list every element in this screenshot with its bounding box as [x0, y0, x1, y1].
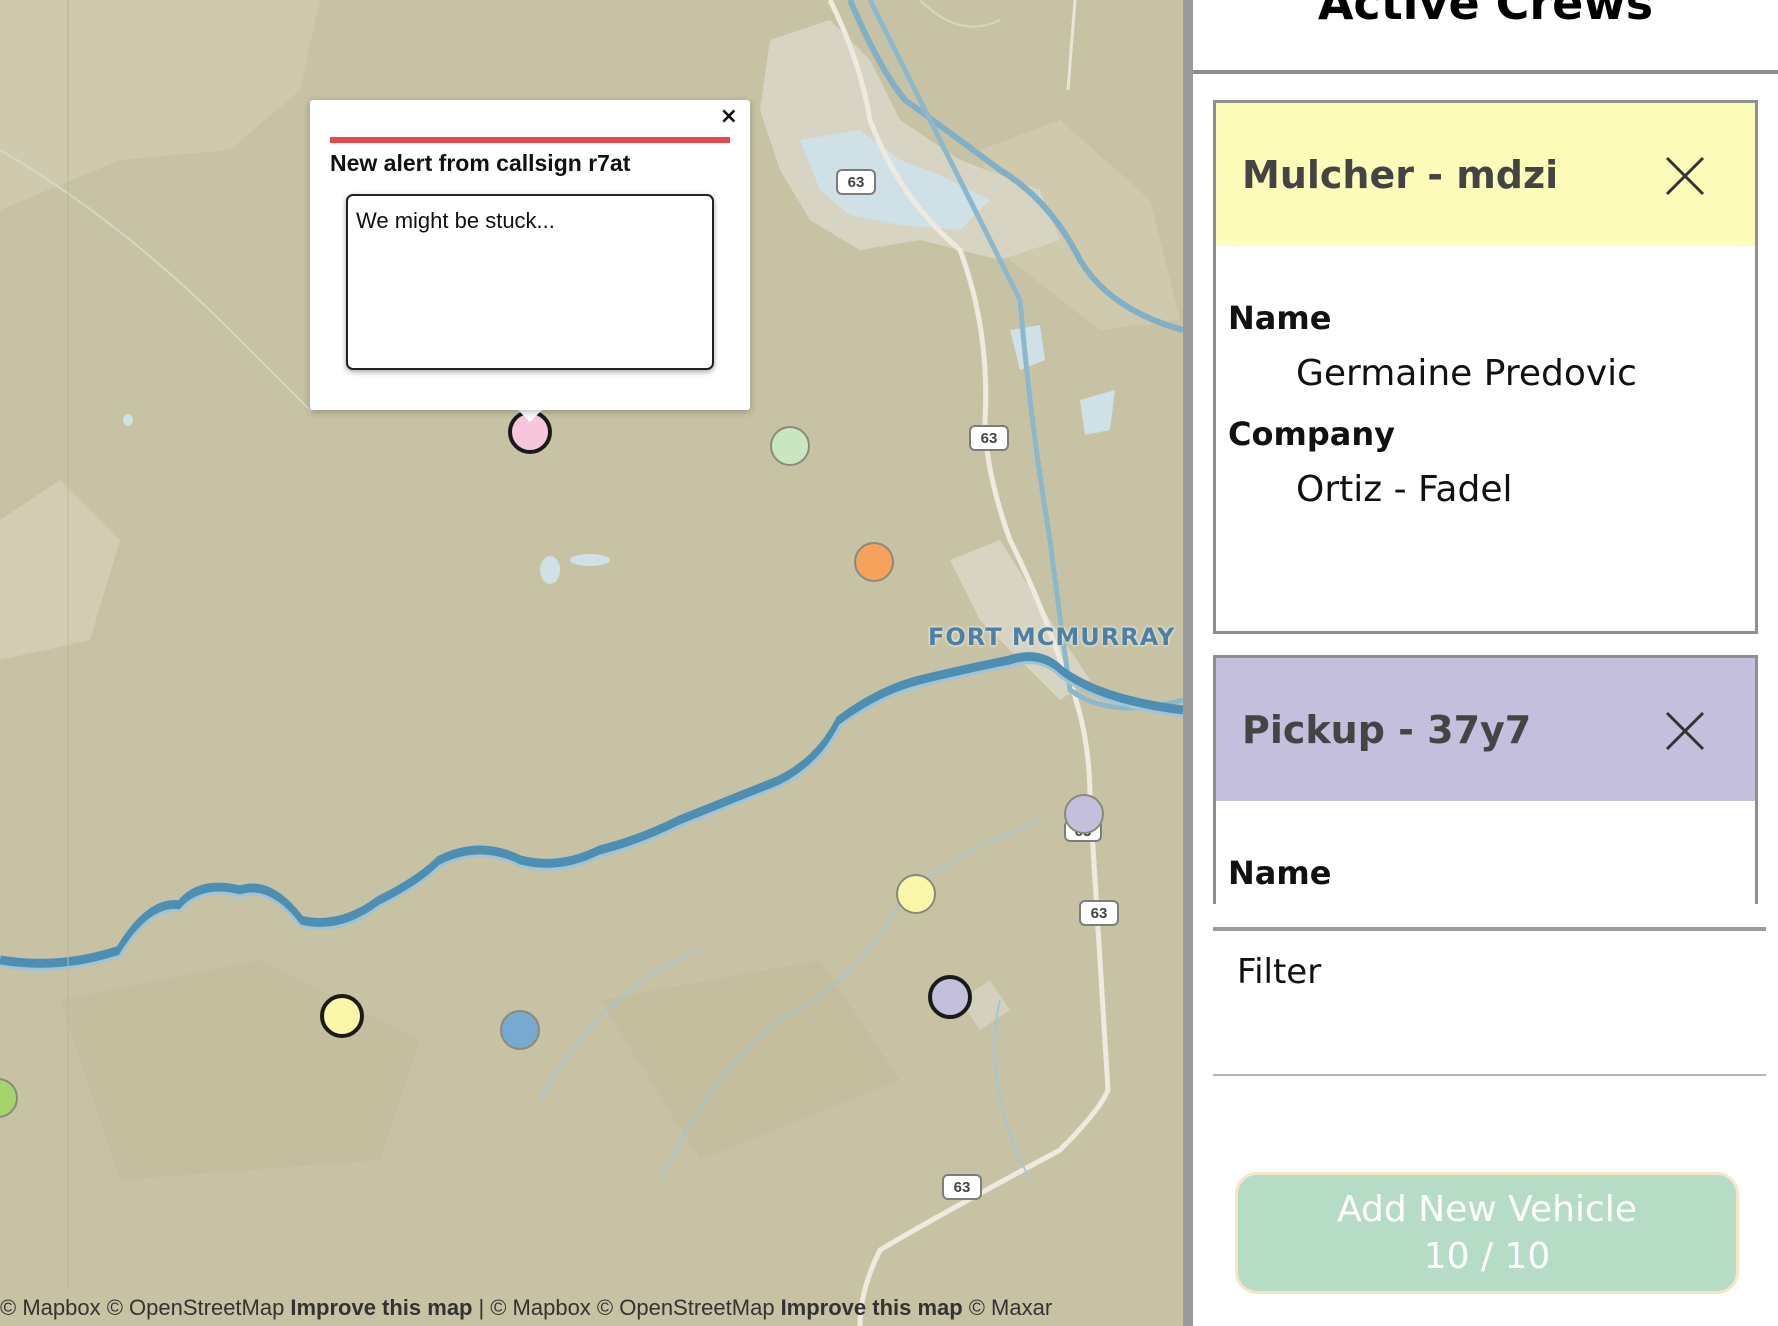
attribution-text: © Maxar	[968, 1295, 1053, 1320]
highway-shield: 63	[1079, 900, 1119, 926]
title-divider	[1193, 70, 1778, 74]
city-label: FORT MCMURRAY	[928, 623, 1176, 651]
sidebar-title: Active Crews	[1317, 0, 1654, 30]
crew-card-title: Pickup - 37y7	[1242, 707, 1532, 752]
name-label: Name	[1228, 854, 1332, 892]
vehicle-marker[interactable]	[770, 426, 810, 466]
alert-message-field[interactable]	[346, 194, 714, 370]
improve-map-link[interactable]: Improve this map	[290, 1295, 472, 1321]
attribution-separator: |	[478, 1295, 485, 1320]
vehicle-marker[interactable]	[854, 542, 894, 582]
alert-popup: × New alert from callsign r7at	[310, 100, 750, 410]
highway-shield: 63	[942, 1174, 982, 1200]
close-icon[interactable]	[1664, 710, 1706, 752]
vehicle-marker[interactable]	[896, 874, 936, 914]
vehicle-marker[interactable]	[320, 994, 364, 1038]
crew-card[interactable]: Pickup - 37y7 Name	[1213, 655, 1758, 904]
popup-close-icon[interactable]: ×	[720, 104, 738, 130]
close-icon[interactable]	[1664, 155, 1706, 197]
vehicle-marker[interactable]	[928, 975, 972, 1019]
filter-input[interactable]	[1213, 940, 1766, 1076]
alert-title: New alert from callsign r7at	[330, 150, 631, 176]
crew-name-value: Germaine Predovic	[1296, 353, 1637, 394]
vehicle-count: 10 / 10	[1423, 1236, 1551, 1277]
name-label: Name	[1228, 299, 1332, 337]
crews-sidebar: Active Crews Mulcher - mdzi Name Germain…	[1193, 0, 1778, 1326]
alert-color-bar	[330, 137, 730, 143]
vehicle-marker[interactable]	[1064, 794, 1104, 834]
map-attribution: © Mapbox © OpenStreetMap Improve this ma…	[0, 1290, 1183, 1326]
add-vehicle-button[interactable]: Add New Vehicle 10 / 10	[1235, 1172, 1739, 1294]
map-canvas[interactable]: 63 63 63 63 63 FORT MCMURRAY × New alert…	[0, 0, 1183, 1326]
highway-shield: 63	[969, 425, 1009, 451]
attribution-text: © Mapbox © OpenStreetMap	[490, 1295, 775, 1320]
improve-map-link[interactable]: Improve this map	[781, 1295, 963, 1321]
crew-card-title: Mulcher - mdzi	[1242, 152, 1559, 197]
filter-divider	[1213, 927, 1766, 931]
attribution-text: © Mapbox © OpenStreetMap	[0, 1295, 285, 1320]
company-label: Company	[1228, 415, 1395, 453]
crew-list[interactable]: Mulcher - mdzi Name Germaine Predovic Co…	[1213, 100, 1778, 904]
add-vehicle-label: Add New Vehicle	[1337, 1189, 1637, 1230]
crew-card[interactable]: Mulcher - mdzi Name Germaine Predovic Co…	[1213, 100, 1758, 634]
company-value: Ortiz - Fadel	[1296, 469, 1513, 510]
vehicle-marker[interactable]	[500, 1010, 540, 1050]
highway-shield: 63	[836, 169, 876, 195]
panel-divider[interactable]	[1183, 0, 1193, 1326]
